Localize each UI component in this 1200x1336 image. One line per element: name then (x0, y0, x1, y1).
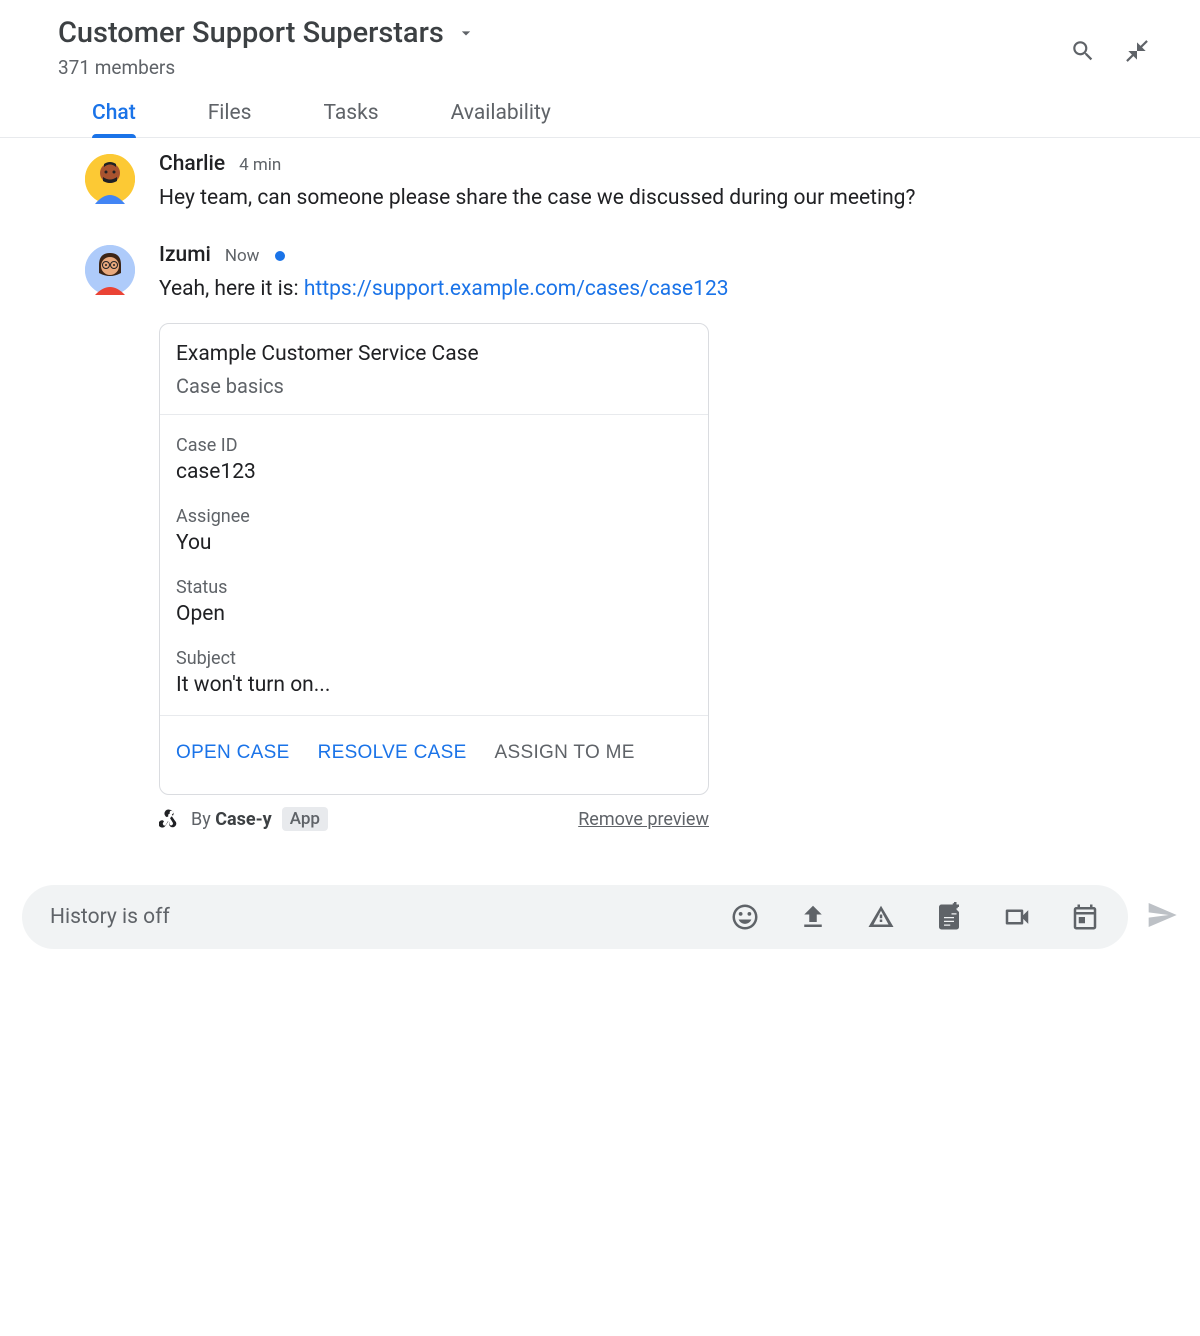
member-count[interactable]: 371 members (58, 56, 1070, 79)
message-text: Hey team, can someone please share the c… (159, 182, 1160, 215)
search-icon[interactable] (1070, 38, 1096, 64)
space-header: Customer Support Superstars 371 members (0, 0, 1200, 79)
app-badge: App (282, 807, 328, 831)
tab-files[interactable]: Files (208, 101, 252, 137)
upload-icon[interactable] (798, 902, 828, 932)
calendar-icon[interactable] (1070, 902, 1100, 932)
field-value: It won't turn on... (176, 673, 692, 697)
attribution-prefix: By (191, 809, 215, 830)
field-label: Assignee (176, 506, 692, 527)
attribution-app-name: Case-y (215, 809, 272, 830)
chevron-down-icon[interactable] (456, 23, 476, 43)
card-title: Example Customer Service Case (176, 342, 692, 366)
message-text: Yeah, here it is: https://support.exampl… (159, 273, 1160, 306)
emoji-icon[interactable] (730, 902, 760, 932)
avatar[interactable] (85, 245, 135, 295)
send-icon[interactable] (1146, 899, 1178, 931)
message-row: Charlie 4 min Hey team, can someone plea… (0, 152, 1200, 243)
tabs: Chat Files Tasks Availability (0, 79, 1200, 138)
card-attribution: By Case-y App (159, 807, 328, 831)
resolve-case-button[interactable]: RESOLVE CASE (318, 742, 467, 764)
field-label: Case ID (176, 435, 692, 456)
field-label: Status (176, 577, 692, 598)
message-time: Now (225, 246, 260, 266)
tab-chat[interactable]: Chat (92, 101, 136, 137)
field-label: Subject (176, 648, 692, 669)
space-title[interactable]: Customer Support Superstars (58, 16, 444, 50)
compose-input[interactable]: History is off (22, 885, 1128, 949)
sender-name: Izumi (159, 243, 211, 267)
assign-to-me-button[interactable]: ASSIGN TO ME (495, 742, 635, 764)
field-value: Open (176, 602, 692, 626)
video-icon[interactable] (1002, 902, 1032, 932)
docs-icon[interactable] (934, 902, 964, 932)
message-row: Izumi Now Yeah, here it is: https://supp… (0, 243, 1200, 860)
webhook-icon (159, 808, 181, 830)
link-preview-card: Example Customer Service Case Case basic… (159, 323, 709, 795)
message-text-prefix: Yeah, here it is: (159, 277, 304, 301)
unread-indicator (275, 251, 285, 261)
collapse-icon[interactable] (1124, 38, 1150, 64)
avatar[interactable] (85, 154, 135, 204)
open-case-button[interactable]: OPEN CASE (176, 742, 290, 764)
card-subtitle: Case basics (176, 374, 692, 398)
tab-tasks[interactable]: Tasks (324, 101, 379, 137)
field-value: You (176, 531, 692, 555)
compose-placeholder: History is off (50, 905, 700, 929)
sender-name: Charlie (159, 152, 225, 176)
message-time: 4 min (239, 155, 281, 175)
tab-availability[interactable]: Availability (451, 101, 551, 137)
case-link[interactable]: https://support.example.com/cases/case12… (304, 277, 729, 301)
remove-preview-link[interactable]: Remove preview (578, 809, 709, 830)
field-value: case123 (176, 460, 692, 484)
drive-icon[interactable] (866, 902, 896, 932)
